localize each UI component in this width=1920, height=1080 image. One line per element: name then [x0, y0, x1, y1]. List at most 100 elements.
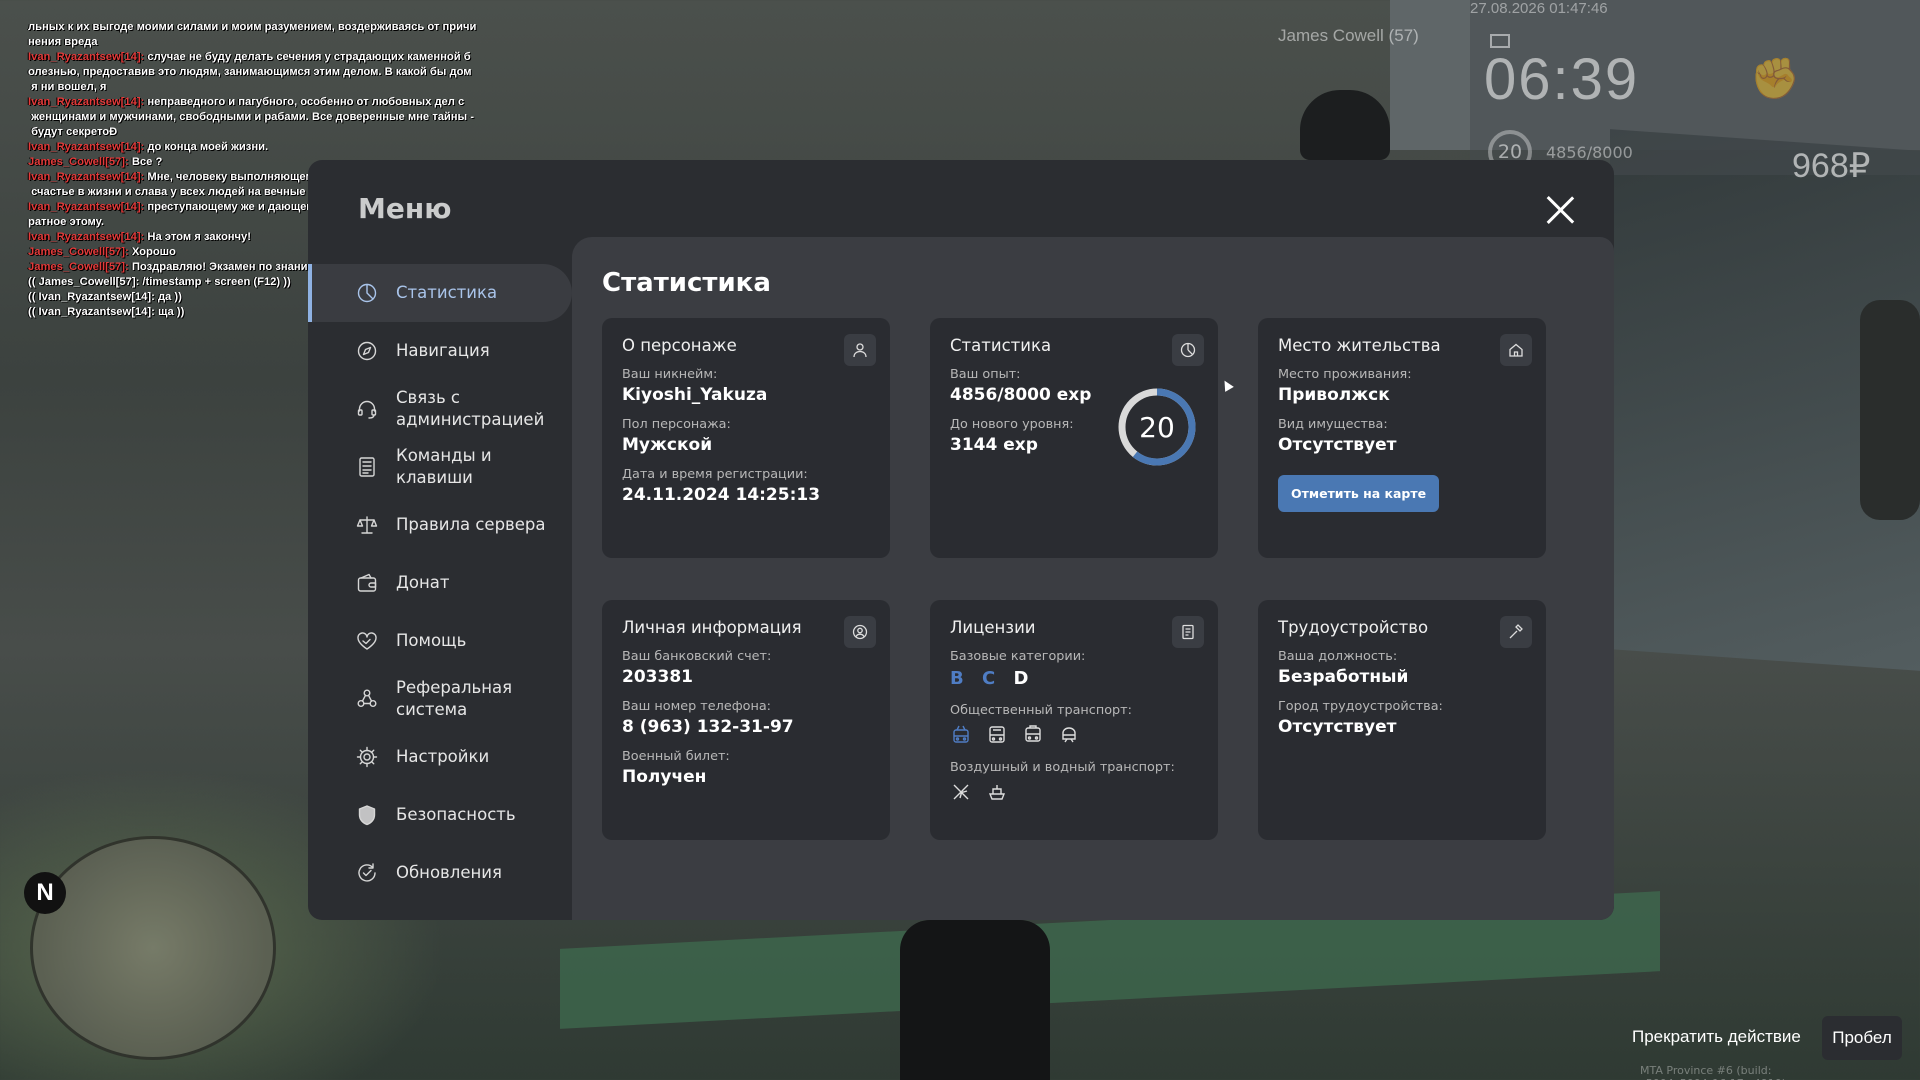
card-title: Статистика: [950, 336, 1052, 355]
chat-nick: Ivan_Ryazantsew[14]:: [28, 51, 145, 63]
chat-text: будут секретоÐ: [28, 126, 118, 138]
chat-text: (( Ivan_Ryazantsew[14]: да )): [28, 291, 182, 303]
chat-text: (( Ivan_Ryazantsew[14]: ща )): [28, 306, 185, 318]
sidebar-item-headset[interactable]: Связь с администрацией: [308, 380, 572, 438]
hammer-icon: [1500, 616, 1532, 648]
bank-account-value: 203381: [622, 667, 693, 687]
chat-nick: James_Cowell[57]:: [28, 261, 129, 273]
player-nametag: James Cowell (57): [1278, 26, 1419, 45]
chat-nick: Ivan_Ryazantsew[14]:: [28, 171, 145, 183]
job-city-label: Город трудоустройства:: [1278, 699, 1443, 714]
build-info: MTA Province #6 (build: s5004c5004r16.17…: [1640, 1064, 1786, 1080]
fist-weapon-icon: ✊: [1750, 56, 1800, 102]
tram-icon: [1022, 724, 1044, 746]
chat-line: Ivan_Ryazantsew[14]: случае не буду дела…: [28, 50, 508, 65]
action-key-button[interactable]: Пробел: [1822, 1016, 1902, 1060]
chat-nick: Ivan_Ryazantsew[14]:: [28, 141, 145, 153]
sidebar-item-scales[interactable]: Правила сервера: [308, 496, 572, 554]
background-character: [1300, 90, 1390, 160]
player-character: [900, 920, 1050, 1080]
category-d: D: [1013, 668, 1035, 689]
category-c: C: [982, 668, 1002, 689]
card-title: Лицензии: [950, 618, 1036, 637]
chat-text: Все ?: [128, 156, 163, 168]
card-title: Трудоустройство: [1278, 618, 1429, 637]
pie-chart-icon: [356, 282, 378, 304]
minimap-radar: [30, 836, 276, 1060]
chat-nick: James_Cowell[57]:: [28, 156, 129, 168]
chat-line: женщинами и мужчинами, свободными и раба…: [28, 110, 508, 125]
base-categories-label: Базовые категории:: [950, 649, 1086, 664]
background-npc: [1860, 300, 1920, 520]
airplane-icon: [950, 781, 972, 803]
content-title: Статистика: [602, 268, 771, 298]
sidebar-item-label: Обновления: [396, 863, 502, 882]
sidebar-item-wallet[interactable]: Донат: [308, 554, 572, 612]
chat-text: ратное этому.: [28, 216, 104, 228]
sidebar-item-users-network[interactable]: Реферальная система: [308, 670, 572, 728]
hud-money: 968₽: [1792, 147, 1871, 185]
menu-sidebar: Статистика Навигация Связь с администрацие…: [308, 264, 572, 902]
sidebar-item-label: Помощь: [396, 631, 467, 650]
chat-text: я ни вошел, я: [28, 81, 107, 93]
sidebar-item-label: Навигация: [396, 341, 490, 360]
sidebar-item-gear[interactable]: Настройки: [308, 728, 572, 786]
chat-line: Ivan_Ryazantsew[14]: неправедного и пагу…: [28, 95, 508, 110]
residence-value: Приволжск: [1278, 385, 1390, 405]
radar-north-marker: N: [24, 872, 66, 914]
mark-on-map-button[interactable]: Отметить на карте: [1278, 475, 1440, 512]
sidebar-item-label: Команды и клавиши: [396, 446, 492, 487]
chat-nick: Ivan_Ryazantsew[14]:: [28, 231, 145, 243]
chat-line: нения вреда: [28, 35, 508, 50]
exp-label: Ваш опыт:: [950, 367, 1021, 382]
chat-text: неправедного и пагубного, особенно от лю…: [144, 96, 465, 108]
sidebar-item-label: Настройки: [396, 747, 490, 766]
card-character: О персонаже Ваш никнейм: Kiyoshi_Yakuza …: [602, 318, 890, 558]
chat-nick: Ivan_Ryazantsew[14]:: [28, 96, 145, 108]
headset-icon: [356, 398, 378, 420]
chat-text: до конца моей жизни.: [144, 141, 269, 153]
nick-label: Ваш никнейм:: [622, 367, 718, 382]
sidebar-item-handshake-heart[interactable]: Помощь: [308, 612, 572, 670]
chat-text: женщинами и мужчинами, свободными и раба…: [28, 111, 474, 123]
public-transport-label: Общественный транспорт:: [950, 703, 1132, 718]
chat-text: нения вреда: [28, 36, 98, 48]
close-button[interactable]: [1540, 190, 1580, 230]
chat-line: льных к их выгоде моими силами и моим ра…: [28, 20, 508, 35]
position-value: Безработный: [1278, 667, 1409, 687]
bank-account-label: Ваш банковский счет:: [622, 649, 772, 664]
chat-line: Ivan_Ryazantsew[14]: до конца моей жизни…: [28, 140, 508, 155]
sidebar-item-shield[interactable]: Безопасность: [308, 786, 572, 844]
card-licenses: Лицензии Базовые категории: B C D Общест…: [930, 600, 1218, 840]
sidebar-item-document[interactable]: Команды и клавиши: [308, 438, 572, 496]
users-network-icon: [356, 688, 378, 710]
action-hint: Прекратить действие: [1632, 1027, 1801, 1046]
phone-value: 8 (963) 132-31-97: [622, 717, 794, 737]
military-id-value: Получен: [622, 767, 707, 787]
chat-nick: Ivan_Ryazantsew[14]:: [28, 201, 145, 213]
military-id-label: Военный билет:: [622, 749, 730, 764]
shield-icon: [356, 804, 378, 826]
card-employment: Трудоустройство Ваша должность: Безработ…: [1258, 600, 1546, 840]
sidebar-item-refresh-check[interactable]: Обновления: [308, 844, 572, 902]
card-title: О персонаже: [622, 336, 737, 355]
modal-title: Меню: [358, 192, 452, 225]
bus-icon: [986, 724, 1008, 746]
sidebar-item-pie-chart[interactable]: Статистика: [308, 264, 572, 322]
card-personal-info: Личная информация Ваш банковский счет: 2…: [602, 600, 890, 840]
registration-label: Дата и время регистрации:: [622, 467, 808, 482]
phone-label: Ваш номер телефона:: [622, 699, 771, 714]
sidebar-item-label: Связь с администрацией: [396, 388, 545, 429]
sidebar-item-label: Правила сервера: [396, 515, 546, 534]
chat-text: олезнью, предоставив это людям, занимающ…: [28, 66, 472, 78]
handshake-heart-icon: [356, 630, 378, 652]
user-icon: [844, 334, 876, 366]
sidebar-item-compass[interactable]: Навигация: [308, 322, 572, 380]
nick-value: Kiyoshi_Yakuza: [622, 385, 768, 405]
wallet-icon: [356, 572, 378, 594]
license-document-icon: [1172, 616, 1204, 648]
card-title: Место жительства: [1278, 336, 1441, 355]
property-label: Вид имущества:: [1278, 417, 1388, 432]
trolleybus-icon: [950, 724, 972, 746]
ship-icon: [986, 781, 1008, 803]
